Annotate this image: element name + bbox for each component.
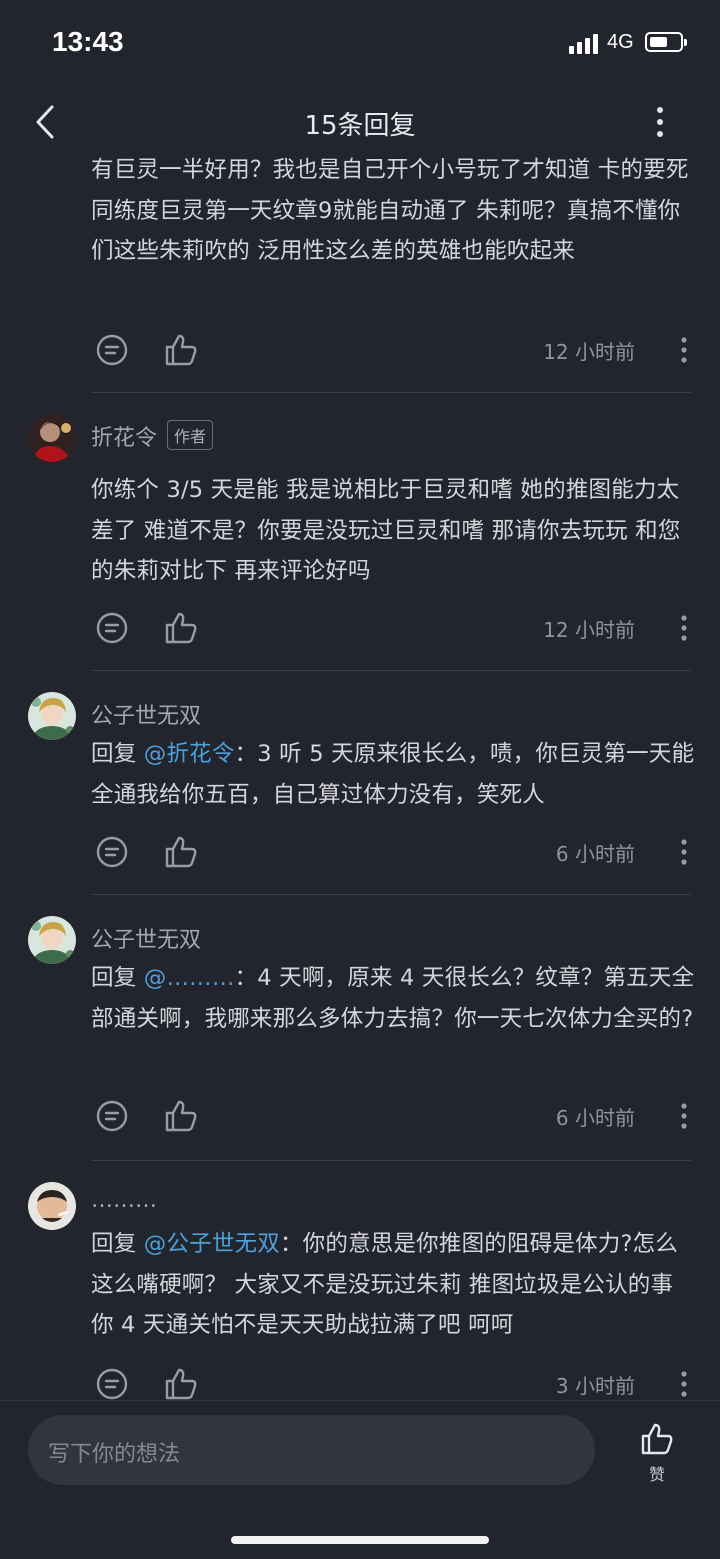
- comment-actions: 6 小时前: [91, 1098, 695, 1138]
- author-name[interactable]: 公子世无双: [91, 922, 201, 954]
- avatar[interactable]: [28, 692, 76, 740]
- comment-actions: 6 小时前: [91, 834, 695, 874]
- comment-time: 12 小时前: [543, 618, 635, 642]
- comment-input[interactable]: 写下你的想法: [28, 1415, 595, 1485]
- more-icon[interactable]: [673, 836, 695, 868]
- comment-text: 回复 @公子世无双：你的意思是你推图的阻碍是体力?怎么这么嘴硬啊？ 大家又不是没…: [91, 1224, 695, 1346]
- mention-link[interactable]: @折花令: [144, 741, 235, 767]
- comment-icon[interactable]: [94, 1366, 130, 1400]
- more-icon[interactable]: [673, 1100, 695, 1132]
- comment-text: 你练个 3/5 天是能 我是说相比于巨灵和嗜 她的推图能力太差了 难道不是？你要…: [91, 477, 681, 584]
- thumbs-up-icon[interactable]: [163, 834, 199, 870]
- comment-text: 回复 @折花令：3 听 5 天原来很长么，啧，你巨灵第一天能全通我给你五百，自己…: [91, 734, 695, 815]
- thumbs-up-icon: [641, 1423, 673, 1455]
- comment-item: 有巨灵一半好用？我也是自己开个小号玩了才知道 卡的要死 同练度巨灵第一天纹章9就…: [0, 150, 720, 395]
- divider: [91, 1160, 691, 1161]
- avatar[interactable]: [28, 916, 76, 964]
- comment-icon[interactable]: [94, 332, 130, 368]
- comment-time: 6 小时前: [555, 842, 635, 866]
- more-vertical-icon[interactable]: [646, 104, 674, 140]
- more-icon[interactable]: [673, 334, 695, 366]
- comment-actions: 12 小时前: [91, 332, 695, 372]
- bottom-bar: 写下你的想法 赞: [0, 1400, 720, 1559]
- thumbs-up-icon[interactable]: [163, 1098, 199, 1134]
- signal-icon: [569, 34, 599, 54]
- author-name[interactable]: ………: [91, 1188, 157, 1213]
- avatar[interactable]: [28, 414, 76, 462]
- reply-prefix: 回复: [91, 741, 144, 767]
- status-time: 13:43: [52, 26, 124, 57]
- comment-text: 回复 @………：4 天啊，原来 4 天很长么？纹章？第五天全部通关啊，我哪来那么…: [91, 958, 695, 1039]
- reply-prefix: 回复: [91, 1231, 144, 1257]
- nav-bar: 15条回复: [0, 96, 720, 150]
- comment-icon[interactable]: [94, 1098, 130, 1134]
- author-label[interactable]: 折花令: [91, 426, 157, 451]
- mention-link[interactable]: @公子世无双: [144, 1231, 280, 1257]
- author-badge: 作者: [167, 420, 214, 450]
- page-title: 15条回复: [304, 111, 416, 141]
- comment-time: 6 小时前: [555, 1106, 635, 1130]
- author-name[interactable]: 折花令 作者: [91, 420, 214, 452]
- avatar[interactable]: [28, 1182, 76, 1230]
- mention-link[interactable]: @………: [144, 965, 235, 991]
- like-button[interactable]: 赞: [632, 1421, 682, 1484]
- status-bar: 13:43 4G: [0, 0, 720, 88]
- divider: [91, 894, 691, 895]
- comment-time: 12 小时前: [543, 340, 635, 364]
- like-label: 赞: [648, 1465, 665, 1484]
- reply-prefix: 回复: [91, 965, 144, 991]
- comment-icon[interactable]: [94, 834, 130, 870]
- divider: [91, 392, 691, 393]
- thumbs-up-icon[interactable]: [163, 1366, 199, 1400]
- battery-icon: [645, 32, 687, 52]
- author-name[interactable]: 公子世无双: [91, 698, 201, 730]
- comment-item: 折花令 作者 你练个 3/5 天是能 我是说相比于巨灵和嗜 她的推图能力太差了 难…: [0, 410, 720, 672]
- network-label: 4G: [607, 31, 634, 53]
- comment-item: ……… 回复 @公子世无双：你的意思是你推图的阻碍是体力?怎么这么嘴硬啊？ 大家…: [0, 1178, 720, 1400]
- thumbs-up-icon[interactable]: [163, 332, 199, 368]
- comment-actions: 3 小时前: [91, 1366, 695, 1400]
- comment-icon[interactable]: [94, 610, 130, 646]
- comment-item: 公子世无双 回复 @………：4 天啊，原来 4 天很长么？纹章？第五天全部通关啊…: [0, 912, 720, 1164]
- home-indicator[interactable]: [231, 1536, 489, 1544]
- comment-actions: 12 小时前: [91, 610, 695, 650]
- comment-text: 有巨灵一半好用？我也是自己开个小号玩了才知道 卡的要死 同练度巨灵第一天纹章9就…: [91, 157, 689, 264]
- thumbs-up-icon[interactable]: [163, 610, 199, 646]
- more-icon[interactable]: [673, 612, 695, 644]
- input-placeholder: 写下你的想法: [48, 1442, 181, 1467]
- more-icon[interactable]: [673, 1368, 695, 1400]
- comment-item: 公子世无双 回复 @折花令：3 听 5 天原来很长么，啧，你巨灵第一天能全通我给…: [0, 688, 720, 898]
- divider: [91, 670, 691, 671]
- comment-time: 3 小时前: [555, 1374, 635, 1398]
